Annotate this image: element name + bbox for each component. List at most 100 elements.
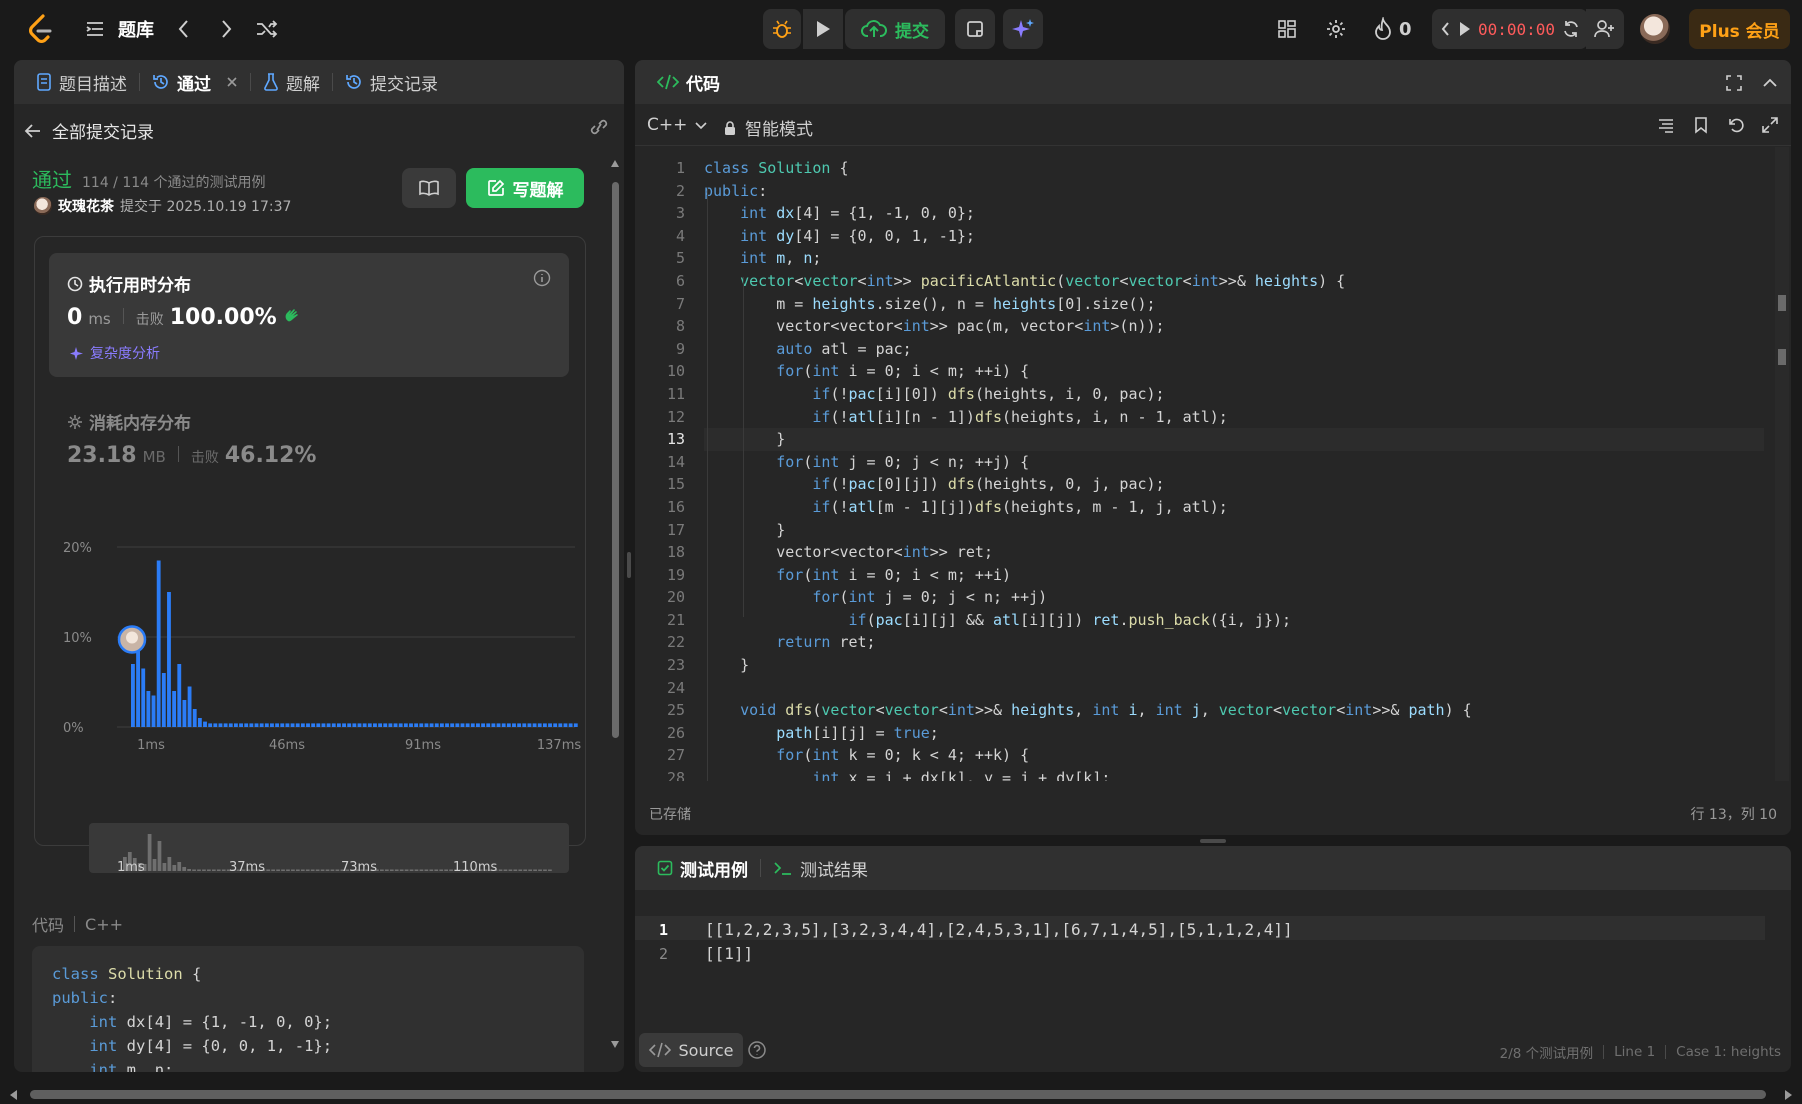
tab-accepted[interactable]: 通过	[144, 70, 246, 95]
code-line[interactable]: int x = i + dx[k], y = j + dy[k];	[704, 767, 1764, 781]
line-number: 21	[666, 610, 685, 629]
submit-button[interactable]: 提交	[845, 9, 945, 49]
memory-section[interactable]: 消耗内存分布	[67, 409, 191, 434]
code-line[interactable]: vector<vector<int>> pacificAtlantic(vect…	[704, 270, 1764, 293]
code-line[interactable]: for(int j = 0; j < n; ++j) {	[704, 451, 1764, 474]
streak-counter[interactable]: 0	[1373, 17, 1412, 41]
code-line[interactable]: public:	[704, 180, 1764, 203]
vertical-resize-handle[interactable]	[627, 552, 631, 578]
code-line[interactable]: void dfs(vector<vector<int>>& heights, i…	[704, 699, 1764, 722]
code-line[interactable]: m = heights.size(), n = heights[0].size(…	[704, 293, 1764, 316]
fullscreen-icon[interactable]	[1725, 74, 1743, 92]
tab-test-result[interactable]: 测试结果	[765, 856, 876, 881]
testcase-input-2[interactable]: [[1]]	[705, 942, 753, 966]
code-line[interactable]: if(pac[i][j] && atl[i][j]) ret.push_back…	[704, 609, 1764, 632]
debug-button[interactable]	[763, 9, 801, 49]
language-select[interactable]: C++	[647, 115, 707, 135]
info-icon[interactable]	[533, 269, 551, 287]
mini-bar	[325, 869, 330, 871]
code-line[interactable]: }	[704, 519, 1764, 542]
code-line[interactable]: return ret;	[704, 631, 1764, 654]
code-line[interactable]: if(!atl[m - 1][j])dfs(heights, m - 1, j,…	[704, 496, 1764, 519]
play-icon[interactable]	[1458, 20, 1472, 38]
page-horizontal-scrollbar[interactable]	[0, 1086, 1802, 1104]
mini-bar	[281, 869, 285, 871]
notes-button[interactable]	[402, 168, 456, 208]
chevron-right-icon[interactable]	[218, 18, 234, 40]
left-scrollbar[interactable]	[610, 156, 620, 1056]
collapse-icon[interactable]	[1761, 74, 1779, 92]
invite-button[interactable]	[1586, 9, 1624, 49]
code-line[interactable]: int dy[4] = {0, 0, 1, -1};	[704, 225, 1764, 248]
tab-description[interactable]: 题目描述	[28, 70, 135, 95]
tab-testcase[interactable]: 测试用例	[649, 856, 756, 881]
runtime-distribution-chart[interactable]: 20% 10% 0% 1ms 46ms 91ms 137ms	[35, 527, 587, 827]
code-line[interactable]: if(!atl[i][n - 1])dfs(heights, i, n - 1,…	[704, 406, 1764, 429]
line-number: 19	[666, 565, 685, 584]
code-editor[interactable]: 1 2 3 4 5 6 7 8 9 10 11 12 13 14 15 16 17 18 19 20 21 22 23 24 2…	[635, 147, 1791, 781]
code-line[interactable]: }	[704, 654, 1764, 677]
testcase-input-1[interactable]: [[1,2,2,3,5],[3,2,3,4,4],[2,4,5,3,1],[6,…	[705, 918, 1293, 942]
chart-range-navigator[interactable]: 1ms 37ms 73ms 110ms	[89, 823, 569, 873]
code-line[interactable]: for(int j = 0; j < n; ++j)	[704, 586, 1764, 609]
chevron-left-icon[interactable]	[176, 18, 192, 40]
code-line[interactable]: for(int k = 0; k < 4; ++k) {	[704, 744, 1764, 767]
problem-bank-link[interactable]: 题库	[118, 16, 154, 42]
back-to-submissions[interactable]: 全部提交记录	[24, 118, 154, 143]
layout-icon[interactable]	[1276, 18, 1298, 40]
avatar[interactable]	[1640, 14, 1670, 44]
chevron-left-icon[interactable]	[1440, 20, 1452, 38]
code-line[interactable]: int dx[4] = {1, -1, 0, 0};	[704, 202, 1764, 225]
close-icon[interactable]	[226, 76, 238, 88]
code-line[interactable]: vector<vector<int>> pac(m, vector<int>(n…	[704, 315, 1764, 338]
runtime-card[interactable]: 执行用时分布 0 ms 击败 100.00% 复杂度分析	[49, 253, 569, 377]
timer-widget[interactable]: 00:00:00	[1432, 9, 1588, 49]
code-line[interactable]: for(int i = 0; i < m; ++i) {	[704, 360, 1764, 383]
code-line[interactable]: }	[704, 428, 1764, 451]
ai-assistant-button[interactable]	[1003, 9, 1043, 49]
chart-bar	[156, 560, 161, 727]
leetcode-logo-icon[interactable]	[26, 14, 54, 44]
code-line[interactable]: if(!pac[0][j]) dfs(heights, 0, j, pac);	[704, 473, 1764, 496]
notes-button[interactable]	[955, 9, 995, 49]
refresh-icon[interactable]	[1561, 19, 1581, 39]
left-tab-bar: 题目描述 通过 题解 提交记录	[14, 60, 624, 104]
code-line[interactable]	[704, 677, 1764, 700]
list-icon[interactable]	[84, 18, 106, 40]
chart-bar	[496, 723, 501, 727]
help-icon[interactable]	[747, 1040, 767, 1060]
write-solution-button[interactable]: 写题解	[466, 168, 584, 208]
tab-submissions[interactable]: 提交记录	[337, 70, 446, 95]
source-toggle-button[interactable]: Source	[639, 1033, 743, 1067]
shuffle-icon[interactable]	[255, 18, 279, 40]
smart-mode-toggle[interactable]: 智能模式	[723, 115, 813, 140]
format-icon[interactable]	[1657, 116, 1675, 134]
bookmark-icon[interactable]	[1693, 116, 1709, 134]
chart-bar	[280, 723, 285, 727]
chart-bar	[275, 723, 280, 727]
user-avatar[interactable]	[34, 197, 52, 215]
reset-icon[interactable]	[1727, 116, 1745, 134]
complexity-analysis-link[interactable]: 复杂度分析	[69, 343, 160, 363]
plus-member-button[interactable]: Plus 会员	[1689, 9, 1790, 49]
submitted-code-block[interactable]: class Solution {public: int dx[4] = {1, …	[32, 946, 584, 1072]
code-line[interactable]: if(!pac[i][0]) dfs(heights, i, 0, pac);	[704, 383, 1764, 406]
horizontal-resize-handle[interactable]	[1200, 839, 1226, 843]
editor-scrollbar[interactable]	[1775, 147, 1789, 781]
code-line[interactable]: int m, n;	[704, 247, 1764, 270]
code-icon	[657, 74, 679, 90]
code-line[interactable]: auto atl = pac;	[704, 338, 1764, 361]
tab-code[interactable]: 代码	[649, 70, 728, 95]
expand-icon[interactable]	[1761, 116, 1779, 134]
chart-bar	[270, 723, 274, 727]
code-line[interactable]: vector<vector<int>> ret;	[704, 541, 1764, 564]
code-line[interactable]: path[i][j] = true;	[704, 722, 1764, 745]
code-line[interactable]: class Solution {	[704, 157, 1764, 180]
tab-solutions[interactable]: 题解	[255, 70, 328, 95]
code-line[interactable]: for(int i = 0; i < m; ++i)	[704, 564, 1764, 587]
link-icon[interactable]	[588, 118, 610, 136]
line-number: 24	[666, 678, 685, 697]
user-name[interactable]: 玫瑰花茶	[58, 196, 114, 216]
gear-icon[interactable]	[1325, 18, 1347, 40]
run-button[interactable]	[803, 9, 843, 49]
